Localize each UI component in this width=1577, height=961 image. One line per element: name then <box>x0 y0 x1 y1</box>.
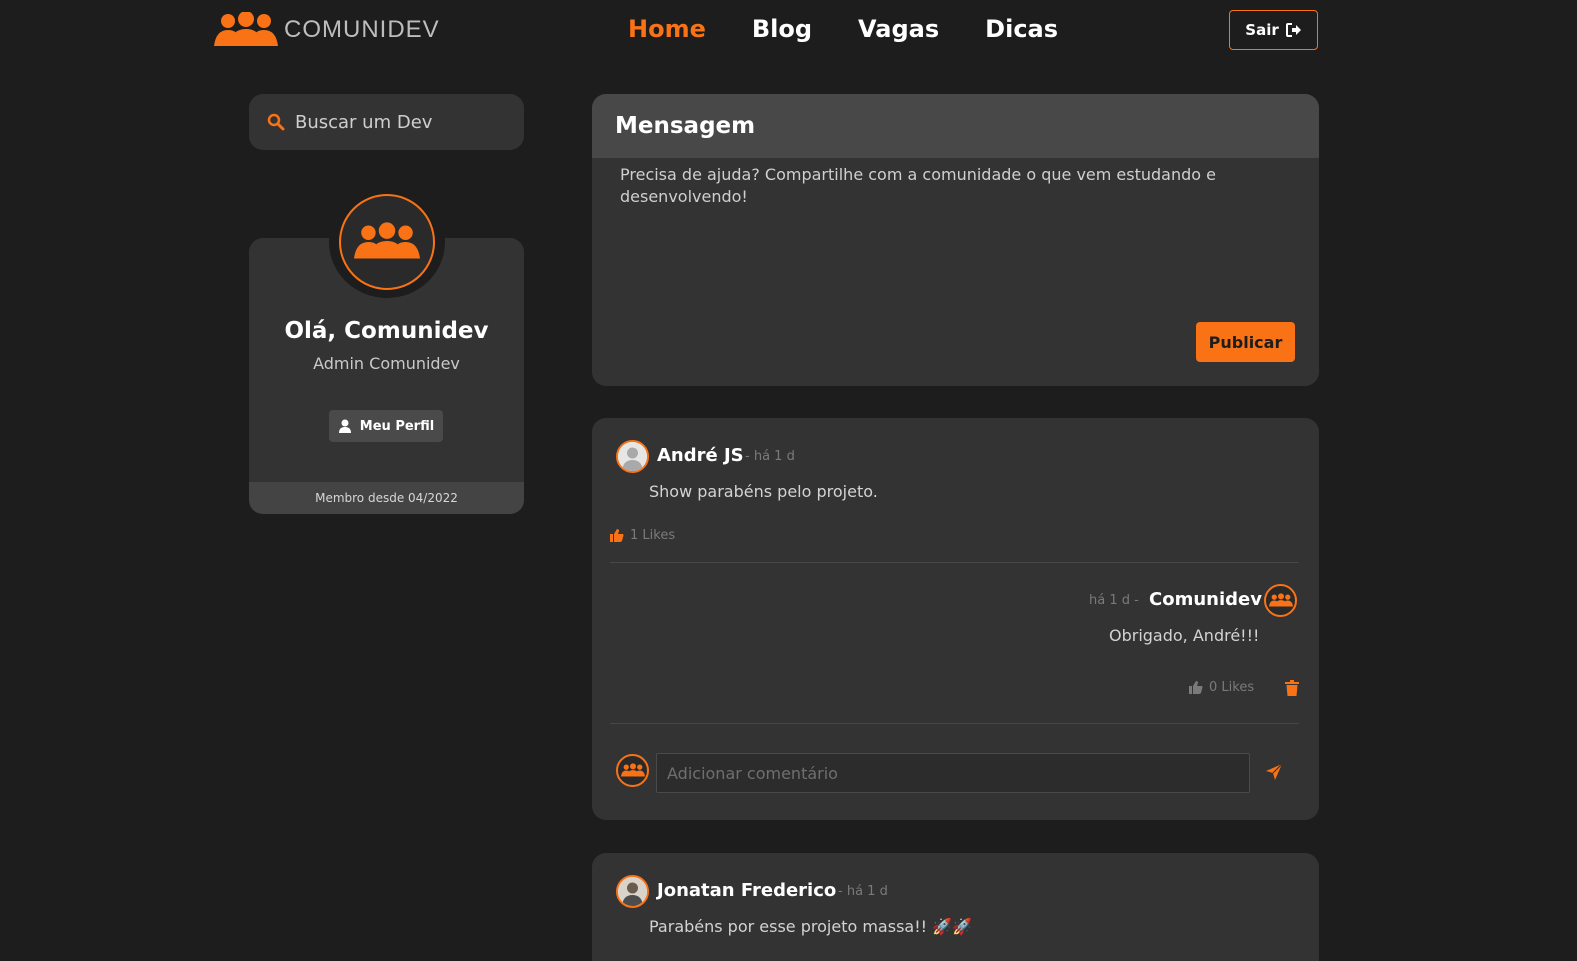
avatar[interactable] <box>1264 584 1297 617</box>
message-textarea[interactable]: Precisa de ajuda? Compartilhe com a comu… <box>620 164 1270 208</box>
thumbs-up-icon <box>1189 681 1203 694</box>
trash-icon <box>1285 680 1299 696</box>
post-card: André JS - há 1 d Show parabéns pelo pro… <box>592 418 1319 820</box>
avatar <box>616 754 649 787</box>
divider <box>610 562 1299 563</box>
publish-button[interactable]: Publicar <box>1196 322 1295 362</box>
main-nav: Home Blog Vagas Dicas <box>628 12 1104 46</box>
avatar[interactable] <box>616 440 649 473</box>
post-card: Jonatan Frederico - há 1 d Parabéns por … <box>592 853 1319 961</box>
search-input[interactable] <box>295 111 495 133</box>
post-text: Show parabéns pelo projeto. <box>649 482 878 501</box>
user-icon <box>338 419 351 433</box>
comment-input[interactable] <box>656 753 1250 793</box>
post-time: - há 1 d <box>745 449 795 464</box>
nav-vagas[interactable]: Vagas <box>858 12 939 46</box>
delete-button[interactable] <box>1283 680 1301 698</box>
profile-greeting: Olá, Comunidev <box>284 318 489 344</box>
likes-count: 0 Likes <box>1209 680 1255 695</box>
reply-likes[interactable]: 0 Likes <box>1189 680 1254 695</box>
group-icon <box>1268 593 1293 607</box>
search-icon <box>267 113 285 131</box>
post-text: Parabéns por esse projeto massa!! 🚀🚀 <box>649 917 972 936</box>
group-icon <box>620 763 645 777</box>
reply-text: Obrigado, André!!! <box>1109 626 1260 645</box>
nav-blog[interactable]: Blog <box>752 12 812 46</box>
group-icon <box>214 12 278 46</box>
divider <box>610 723 1299 724</box>
thumbs-up-icon <box>610 529 624 542</box>
message-composer: Mensagem Precisa de ajuda? Compartilhe c… <box>592 94 1319 386</box>
post-author[interactable]: Jonatan Frederico <box>657 880 836 901</box>
logout-icon <box>1285 23 1301 37</box>
nav-dicas[interactable]: Dicas <box>985 12 1058 46</box>
reply-time: há 1 d - <box>1089 593 1139 608</box>
logout-label: Sair <box>1245 21 1279 39</box>
avatar[interactable] <box>616 875 649 908</box>
logo-text: COMUNIDEV <box>284 16 440 43</box>
search-box[interactable] <box>249 94 524 150</box>
reply-author[interactable]: Comunidev <box>1149 589 1262 610</box>
member-since: Membro desde 04/2022 <box>249 482 524 514</box>
composer-title: Mensagem <box>592 94 1319 158</box>
send-comment-button[interactable] <box>1262 761 1286 785</box>
logo[interactable]: COMUNIDEV <box>214 12 440 48</box>
profile-role: Admin Comunidev <box>313 354 460 373</box>
likes-count: 1 Likes <box>630 528 676 543</box>
profile-avatar <box>329 186 445 298</box>
post-likes[interactable]: 1 Likes <box>610 528 675 543</box>
logout-button[interactable]: Sair <box>1229 10 1318 50</box>
my-profile-button[interactable]: Meu Perfil <box>329 410 443 442</box>
user-photo-icon <box>618 877 647 906</box>
my-profile-label: Meu Perfil <box>359 418 435 434</box>
user-avatar-icon <box>618 442 647 471</box>
post-author[interactable]: André JS <box>657 445 744 466</box>
nav-home[interactable]: Home <box>628 12 706 46</box>
post-time: - há 1 d <box>838 884 888 899</box>
send-icon <box>1266 763 1283 780</box>
app: COMUNIDEV Home Blog Vagas Dicas Sair Olá… <box>0 0 1577 961</box>
group-icon <box>354 222 420 259</box>
